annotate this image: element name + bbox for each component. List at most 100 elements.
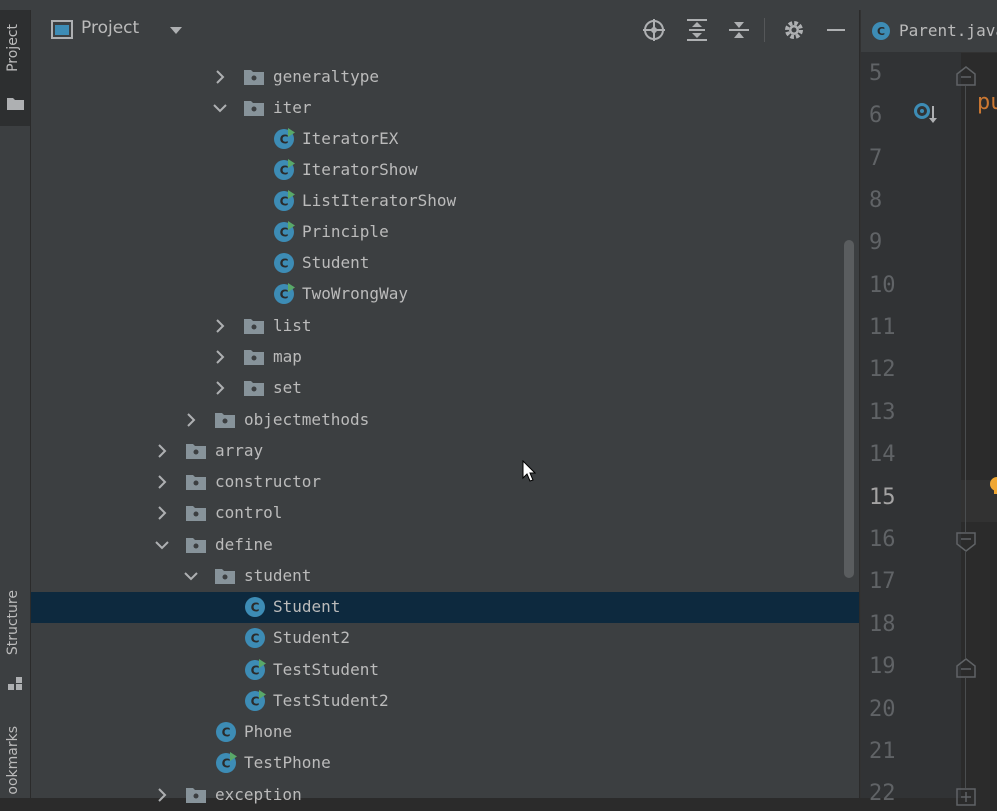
runnable-class-icon: C xyxy=(274,283,295,304)
chevron-right-icon[interactable] xyxy=(211,68,229,86)
chevron-right-icon[interactable] xyxy=(153,786,171,804)
tree-label: define xyxy=(215,535,273,554)
line-number: 17 xyxy=(869,569,896,594)
structure-tool-tab-label: Structure xyxy=(5,590,21,656)
class-icon: C xyxy=(245,597,265,617)
tree-class-iteratorshow[interactable]: C IteratorShow xyxy=(31,155,859,186)
bookmarks-tool-tab-label: ookmarks xyxy=(5,726,21,795)
tree-class-student[interactable]: C Student xyxy=(31,248,859,279)
tree-folder-define[interactable]: define xyxy=(31,530,859,561)
chevron-right-icon[interactable] xyxy=(153,473,171,491)
tree-folder-map[interactable]: map xyxy=(31,342,859,373)
tree-folder-exception[interactable]: exception xyxy=(31,780,859,811)
collapse-all-icon[interactable] xyxy=(727,18,751,42)
tree-folder-generaltype[interactable]: generaltype xyxy=(31,62,859,93)
chevron-right-icon[interactable] xyxy=(182,411,200,429)
runnable-class-icon: C xyxy=(274,128,295,149)
tree-class-teststudent2[interactable]: C TestStudent2 xyxy=(31,686,859,717)
package-folder-icon xyxy=(186,538,206,553)
bookmarks-tool-tab[interactable]: ookmarks xyxy=(0,726,30,798)
tree-class-listiteratorshow[interactable]: C ListIteratorShow xyxy=(31,186,859,217)
fold-expand-icon[interactable] xyxy=(956,788,976,806)
line-number: 10 xyxy=(869,273,896,298)
tree-label: array xyxy=(215,441,264,460)
tree-label: TestStudent2 xyxy=(273,691,389,710)
override-gutter-icon[interactable] xyxy=(913,102,939,128)
tree-folder-student[interactable]: student xyxy=(31,561,859,592)
tree-label: Student2 xyxy=(273,628,351,647)
chevron-right-icon[interactable] xyxy=(211,317,229,335)
line-number: 6 xyxy=(869,103,883,128)
tree-class-testphone[interactable]: C TestPhone xyxy=(31,748,859,779)
tree-label: map xyxy=(273,347,302,366)
fold-marker-icon[interactable] xyxy=(956,658,976,678)
tree-label: Student xyxy=(273,597,341,616)
runnable-class-icon: C xyxy=(216,752,237,773)
tree-class-student2[interactable]: C Student2 xyxy=(31,623,859,654)
line-number: 21 xyxy=(869,739,896,764)
svg-text:C: C xyxy=(280,288,289,302)
chevron-right-icon[interactable] xyxy=(153,504,171,522)
tree-class-principle[interactable]: C Principle xyxy=(31,217,859,248)
package-folder-icon xyxy=(244,101,264,116)
class-icon: C xyxy=(245,628,265,648)
gear-icon[interactable] xyxy=(782,18,806,42)
line-number: 13 xyxy=(869,400,896,425)
project-window-icon xyxy=(51,20,73,39)
tree-class-twowrongway[interactable]: C TwoWrongWay xyxy=(31,279,859,310)
folder-icon xyxy=(7,98,24,110)
svg-text:C: C xyxy=(280,133,289,147)
tree-label: objectmethods xyxy=(244,410,370,429)
tree-label: Principle xyxy=(302,222,389,241)
fold-marker-icon[interactable] xyxy=(956,66,976,86)
runnable-class-icon: C xyxy=(245,659,266,680)
tree-folder-list[interactable]: list xyxy=(31,311,859,342)
project-scrollbar[interactable] xyxy=(844,240,854,578)
package-folder-icon xyxy=(215,413,235,428)
code-fragment[interactable]: pu xyxy=(977,90,997,115)
tree-folder-control[interactable]: control xyxy=(31,498,859,529)
lightbulb-icon[interactable] xyxy=(989,476,997,496)
tree-folder-set[interactable]: set xyxy=(31,373,859,404)
line-number: 8 xyxy=(869,188,883,213)
structure-icon xyxy=(8,677,22,690)
tree-class-iteratorex[interactable]: C IteratorEX xyxy=(31,124,859,155)
chevron-down-icon[interactable] xyxy=(211,99,229,117)
tree-folder-iter[interactable]: iter xyxy=(31,93,859,124)
line-number: 19 xyxy=(869,654,896,679)
project-tool-tab[interactable]: Project xyxy=(0,10,30,126)
structure-tool-tab[interactable]: Structure xyxy=(0,586,30,696)
tree-label: control xyxy=(215,503,283,522)
tree-folder-objectmethods[interactable]: objectmethods xyxy=(31,405,859,436)
tree-folder-constructor[interactable]: constructor xyxy=(31,467,859,498)
expand-all-icon[interactable] xyxy=(685,18,709,42)
fold-marker-icon[interactable] xyxy=(956,532,976,552)
minimize-icon[interactable] xyxy=(824,18,848,42)
line-number: 7 xyxy=(869,146,883,171)
editor-tab-bar: C Parent.java xyxy=(861,10,997,53)
chevron-right-icon[interactable] xyxy=(211,348,229,366)
tree-class-teststudent[interactable]: C TestStudent xyxy=(31,655,859,686)
chevron-right-icon[interactable] xyxy=(153,442,171,460)
editor-gutter: 5 6 7 8 9 10 11 12 13 14 15 16 17 18 19 … xyxy=(861,52,976,806)
window-top-strip xyxy=(0,0,997,10)
tree-class-student-selected[interactable]: C Student xyxy=(31,592,859,623)
line-number: 22 xyxy=(869,781,896,806)
tree-folder-array[interactable]: array xyxy=(31,436,859,467)
tree-class-phone[interactable]: C Phone xyxy=(31,717,859,748)
svg-text:C: C xyxy=(251,632,260,646)
svg-text:C: C xyxy=(877,25,885,38)
package-folder-icon xyxy=(244,350,264,365)
header-divider xyxy=(764,18,765,42)
svg-text:C: C xyxy=(280,226,289,240)
locate-icon[interactable] xyxy=(642,18,666,42)
editor-tab-parent[interactable]: C Parent.java xyxy=(861,10,997,52)
chevron-down-icon[interactable] xyxy=(169,26,183,36)
svg-text:C: C xyxy=(251,695,260,709)
package-folder-icon xyxy=(186,475,206,490)
tree-label: student xyxy=(244,566,312,585)
chevron-down-icon[interactable] xyxy=(182,567,200,585)
chevron-right-icon[interactable] xyxy=(211,379,229,397)
tree-label: iter xyxy=(273,98,312,117)
chevron-down-icon[interactable] xyxy=(153,536,171,554)
